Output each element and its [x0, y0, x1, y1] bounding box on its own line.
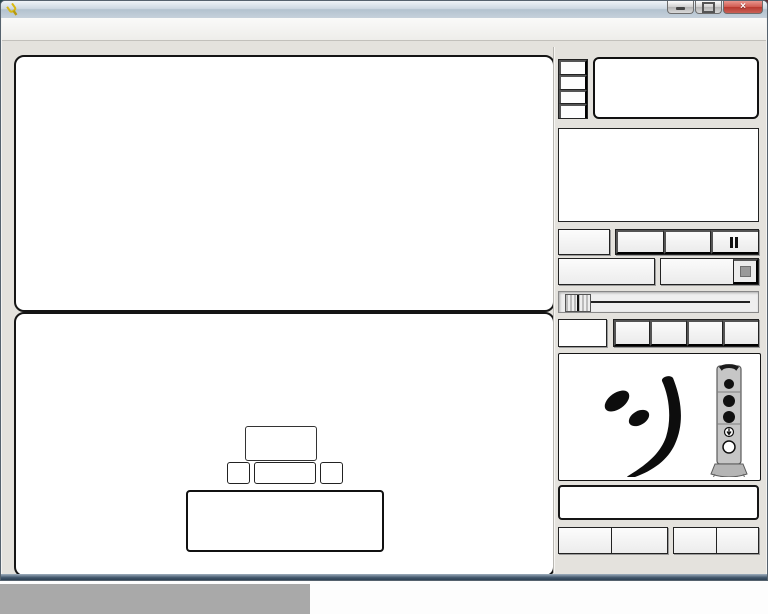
- menu-file[interactable]: [8, 26, 24, 32]
- notation-glyph: [601, 376, 681, 477]
- window-controls: ×: [666, 1, 763, 14]
- octave-display: [558, 319, 607, 347]
- reference-down-button[interactable]: [227, 462, 250, 484]
- level-up-button[interactable]: [559, 75, 587, 90]
- maximize-icon: [702, 2, 715, 13]
- instrument-button-right[interactable]: [611, 527, 668, 554]
- frequency-display: [186, 490, 384, 552]
- instrument-display: [558, 485, 759, 520]
- instrument-button-left[interactable]: [558, 527, 612, 554]
- pitch-step-buttons: [613, 319, 759, 347]
- pitch-down-button[interactable]: [614, 320, 650, 346]
- watermark: [0, 584, 310, 614]
- db-display: [593, 57, 759, 119]
- pitch-down-plus-button[interactable]: [650, 320, 686, 346]
- screen: ×: [0, 0, 768, 614]
- level-arrow-stack: [558, 59, 588, 119]
- load-stop-button[interactable]: [733, 259, 758, 284]
- transport-controls: [615, 229, 759, 255]
- menubar: [2, 18, 766, 41]
- stop-square-icon: [740, 266, 751, 277]
- reference-pitch-row: [16, 462, 553, 484]
- flute-drawing: [711, 364, 747, 477]
- maximize-button[interactable]: [695, 1, 722, 14]
- reference-pitch-display: [254, 462, 316, 484]
- tuner-gauge-panel: [14, 312, 555, 577]
- slider-track: [567, 301, 750, 303]
- close-button[interactable]: ×: [723, 1, 763, 14]
- note-display: [245, 426, 317, 461]
- clear-memory-button[interactable]: [558, 229, 610, 255]
- pause-icon: [730, 237, 738, 248]
- reference-up-button[interactable]: [320, 462, 343, 484]
- menu-display[interactable]: [40, 26, 56, 32]
- level-down-fast-button[interactable]: [559, 104, 587, 118]
- spectrum-chart: [16, 57, 549, 306]
- column-divider: [553, 47, 555, 573]
- load-group: [660, 258, 759, 285]
- minimize-button[interactable]: [667, 1, 694, 14]
- save-button[interactable]: [558, 258, 655, 285]
- menu-option[interactable]: [24, 26, 40, 32]
- spectrum-panel: [14, 55, 555, 312]
- titlebar: ×: [1, 1, 767, 18]
- menu-instrument[interactable]: [56, 26, 72, 32]
- load-button[interactable]: [661, 259, 733, 284]
- menu-help[interactable]: [72, 26, 88, 32]
- rewind-button[interactable]: [616, 230, 664, 254]
- window-bottom-edge: [1, 574, 767, 580]
- app-window: ×: [0, 0, 768, 581]
- level-history-meter: [558, 128, 759, 222]
- pause-button[interactable]: [711, 230, 758, 254]
- fingering-chart: [559, 354, 757, 477]
- playback-slider[interactable]: [558, 291, 759, 313]
- tuning-fork-icon: [6, 3, 20, 17]
- level-down-button[interactable]: [559, 90, 587, 105]
- close-icon: ×: [740, 2, 746, 12]
- minimize-icon: [676, 7, 685, 10]
- fingering-chart-panel: [558, 353, 761, 481]
- level-up-fast-button[interactable]: [559, 60, 587, 75]
- forward-button[interactable]: [664, 230, 712, 254]
- slider-handle[interactable]: [565, 294, 591, 312]
- pitch-up-plus-button[interactable]: [687, 320, 723, 346]
- pitch-up-button[interactable]: [723, 320, 758, 346]
- key-next-button[interactable]: [716, 527, 759, 554]
- key-previous-button[interactable]: [673, 527, 717, 554]
